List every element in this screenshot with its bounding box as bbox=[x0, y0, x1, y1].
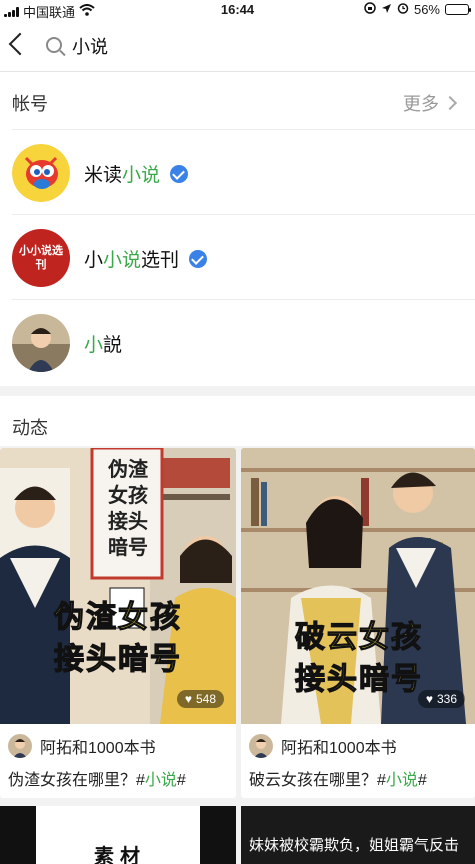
name-part: 説 bbox=[103, 335, 123, 356]
alarm-icon bbox=[397, 2, 409, 17]
post-author[interactable]: 阿拓和1000本书 bbox=[249, 734, 397, 758]
post-author[interactable]: 阿拓和1000本书 bbox=[8, 734, 156, 758]
rotation-lock-icon bbox=[364, 2, 376, 17]
video-thumbnail: 破云女孩 接头暗号 ♥ 336 bbox=[241, 448, 475, 724]
account-name: 小説 bbox=[84, 330, 122, 357]
avatar bbox=[12, 314, 70, 372]
feed-card[interactable]: 素材 bbox=[0, 806, 236, 864]
thumbnail-text: 妹妹被校霸欺负，姐姐霸气反击 bbox=[249, 837, 460, 854]
video-caption-line1: 伪渣女孩 bbox=[53, 600, 182, 634]
post-title: 破云女孩在哪里？#小说# bbox=[249, 766, 427, 790]
verified-icon bbox=[170, 164, 189, 183]
title-part: 伪渣女孩在哪里？# bbox=[8, 772, 145, 789]
verified-icon bbox=[189, 249, 208, 268]
feed-card[interactable]: 伪渣女孩 接头暗号 伪渣女孩 接头暗号 ♥ 548 阿拓和1000本书 伪渣女孩… bbox=[0, 448, 236, 798]
name-highlight: 小说 bbox=[103, 250, 142, 271]
name-highlight: 小说 bbox=[122, 165, 161, 186]
battery-icon bbox=[445, 4, 471, 15]
avatar: 小小说选刊 bbox=[12, 229, 70, 287]
heart-icon: ♥ bbox=[425, 692, 433, 706]
accounts-heading: 帐号 bbox=[12, 94, 48, 114]
name-part: 米读 bbox=[84, 165, 123, 186]
like-count: 548 bbox=[195, 692, 216, 706]
title-part: # bbox=[417, 772, 427, 789]
status-bar: 中国联通 16:44 56% bbox=[0, 0, 475, 20]
account-name: 小小说 选刊 bbox=[84, 245, 208, 272]
account-item-xiaoxiaoshuo[interactable]: 小小说选刊 小小说 选刊 bbox=[12, 214, 475, 300]
like-count-badge: ♥ 336 bbox=[417, 690, 465, 708]
sign-text: 伪渣女孩 接头暗号 bbox=[108, 457, 148, 559]
thumbnail-text: 素材 bbox=[94, 844, 146, 864]
feed-card[interactable]: 妹妹被校霸欺负，姐姐霸气反击 bbox=[241, 806, 475, 864]
title-highlight: 小说 bbox=[144, 772, 177, 789]
author-avatar bbox=[8, 734, 32, 758]
like-count-badge: ♥ 548 bbox=[176, 690, 224, 708]
video-caption-line1: 破云女孩 bbox=[294, 620, 423, 654]
account-item-midu[interactable]: 米读 小说 bbox=[12, 129, 475, 215]
video-thumbnail: 伪渣女孩 接头暗号 伪渣女孩 接头暗号 ♥ 548 bbox=[0, 448, 236, 724]
accounts-section: 帐号 更多 米读 小说 小小说选刊 小小说 选刊 小 説 bbox=[0, 72, 475, 386]
feed-heading: 动态 bbox=[12, 418, 48, 438]
feed-header: 动态 bbox=[0, 396, 475, 446]
search-input[interactable] bbox=[72, 32, 462, 60]
search-bar bbox=[0, 20, 475, 72]
location-icon bbox=[381, 2, 392, 17]
name-highlight: 小 bbox=[84, 335, 104, 356]
chevron-right-icon bbox=[442, 95, 458, 111]
feed-section: 动态 伪渣女孩 接头暗号 伪渣女孩 接头暗号 ♥ 548 阿拓和1000本书 伪… bbox=[0, 396, 475, 864]
author-name: 阿拓和1000本书 bbox=[281, 740, 397, 757]
account-name: 米读 小说 bbox=[84, 160, 189, 187]
heart-icon: ♥ bbox=[184, 692, 192, 706]
more-label: 更多 bbox=[403, 94, 439, 114]
post-title: 伪渣女孩在哪里？#小说# bbox=[8, 766, 186, 790]
video-caption-line2: 接头暗号 bbox=[53, 642, 182, 676]
title-part: # bbox=[176, 772, 186, 789]
author-avatar bbox=[249, 734, 273, 758]
feed-card[interactable]: 破云女孩 接头暗号 ♥ 336 阿拓和1000本书 破云女孩在哪里？#小说# bbox=[241, 448, 475, 798]
like-count: 336 bbox=[436, 692, 457, 706]
title-part: 破云女孩在哪里？# bbox=[249, 772, 386, 789]
accounts-more-button[interactable]: 更多 bbox=[403, 90, 458, 116]
avatar bbox=[12, 144, 70, 202]
author-name: 阿拓和1000本书 bbox=[40, 740, 156, 757]
name-part: 小 bbox=[84, 250, 104, 271]
account-item-xiaoshuo[interactable]: 小説 bbox=[12, 299, 475, 385]
avatar-logo-text: 小小说选刊 bbox=[19, 244, 63, 271]
name-part: 选刊 bbox=[141, 250, 180, 271]
search-icon bbox=[46, 37, 62, 53]
title-highlight: 小说 bbox=[385, 772, 418, 789]
battery-percent: 56% bbox=[413, 2, 440, 17]
